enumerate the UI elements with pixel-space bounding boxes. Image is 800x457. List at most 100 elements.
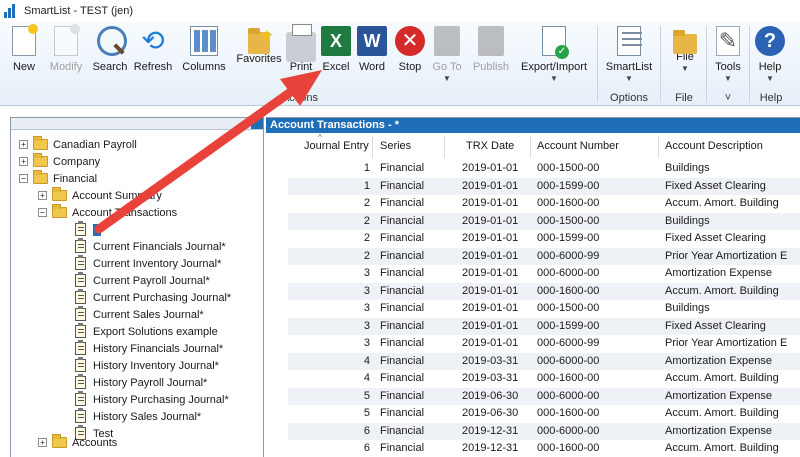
column-header-journal-entry[interactable]: Journal Entry (304, 140, 369, 152)
stop-button[interactable]: ✕ Stop (394, 24, 426, 84)
cell-trx-date: 2019-12-31 (462, 424, 519, 437)
tree-node-default-selected[interactable]: * (75, 221, 102, 238)
search-icon (97, 26, 127, 56)
table-row[interactable]: 2 Financial 2019-01-01 000-1500-00 Buildings (288, 212, 800, 230)
export-import-dropdown-icon: ▼ (550, 74, 558, 83)
cell-series: Financial (380, 232, 425, 244)
export-import-button[interactable]: Export/Import ▼ (516, 24, 592, 84)
tree-node-account-summary[interactable]: + Account Summary (38, 187, 162, 204)
excel-button[interactable]: X Excel (320, 24, 352, 84)
cell-trx-date: 2019-01-01 (462, 232, 519, 244)
tree-node-favorite[interactable]: History Payroll Journal* (75, 374, 207, 391)
word-button[interactable]: W Word (356, 24, 388, 84)
column-header-account-number[interactable]: Account Number (537, 140, 619, 152)
expand-icon[interactable]: + (19, 157, 28, 166)
tree-node-favorite[interactable]: Current Financials Journal* (75, 238, 226, 255)
tools-group-collapse-icon[interactable]: ˅ (708, 92, 748, 104)
cell-account-number: 000-1500-00 (537, 302, 600, 314)
tree-node-favorite[interactable]: History Inventory Journal* (75, 357, 219, 374)
columns-button[interactable]: Columns (180, 24, 228, 84)
tree-node-accounts[interactable]: + Accounts (38, 434, 117, 451)
publish-button[interactable]: Publish (470, 24, 512, 84)
stop-button-label: Stop (398, 61, 422, 73)
file-button[interactable]: File ▼ (670, 24, 700, 84)
expand-icon[interactable]: + (38, 438, 47, 447)
column-header-account-description[interactable]: Account Description (665, 140, 763, 152)
column-divider[interactable] (444, 136, 445, 158)
new-button[interactable]: New (8, 24, 40, 84)
cell-account-number: 000-1599-00 (537, 319, 600, 332)
column-header-series[interactable]: Series (380, 140, 411, 152)
cell-account-number: 000-6000-00 (537, 267, 600, 279)
table-row[interactable]: 6 Financial 2019-12-31 000-6000-00 Amortizat… (288, 422, 800, 440)
expand-icon[interactable]: + (38, 191, 47, 200)
favorites-button[interactable]: Favorites (234, 24, 284, 84)
cell-series: Financial (380, 354, 425, 367)
table-row[interactable]: 3 Financial 2019-01-01 000-6000-00 Amortizat… (288, 265, 800, 283)
cell-trx-date: 2019-12-31 (462, 442, 519, 454)
goto-button[interactable]: Go To ▼ (430, 24, 464, 84)
smartlist-doc-icon (75, 306, 86, 321)
table-row[interactable]: 2 Financial 2019-01-01 000-1600-00 Accum. Am… (288, 195, 800, 213)
table-row[interactable]: 3 Financial 2019-01-01 000-1599-00 Fixed Ass… (288, 317, 800, 335)
tree-node-canadian-payroll[interactable]: + Canadian Payroll (19, 136, 137, 153)
search-button[interactable]: Search (92, 24, 128, 84)
column-divider[interactable] (372, 136, 373, 158)
tree-node-favorite[interactable]: History Sales Journal* (75, 408, 201, 425)
columns-button-label: Columns (182, 61, 226, 73)
cell-account-number: 000-1599-00 (537, 179, 600, 192)
results-title: Account Transactions - * (266, 118, 800, 133)
tree-node-favorite[interactable]: Current Purchasing Journal* (75, 289, 231, 306)
title-bar: SmartList - TEST (jen) (0, 0, 800, 22)
tree-node-financial[interactable]: − Financial (19, 170, 97, 187)
cell-account-description: Accum. Amort. Building (665, 372, 779, 384)
tree-node-label: Current Inventory Journal* (93, 257, 222, 270)
smartlist-doc-icon (75, 408, 86, 423)
refresh-button[interactable]: ⟲ Refresh (133, 24, 173, 84)
print-button[interactable]: Print (286, 24, 316, 84)
table-row[interactable]: 2 Financial 2019-01-01 000-1599-00 Fixed Ass… (288, 230, 800, 248)
smartlist-button[interactable]: SmartList ▼ (603, 24, 655, 84)
table-row[interactable]: 4 Financial 2019-03-31 000-6000-00 Amortizat… (288, 352, 800, 370)
cell-series: Financial (380, 407, 425, 419)
table-row[interactable]: 5 Financial 2019-06-30 000-1600-00 Accum. Am… (288, 405, 800, 423)
table-row[interactable]: 3 Financial 2019-01-01 000-1600-00 Accum. Am… (288, 282, 800, 300)
tree-node-favorite[interactable]: Export Solutions example (75, 323, 218, 340)
table-row[interactable]: 3 Financial 2019-01-01 000-1500-00 Buildings (288, 300, 800, 318)
column-header-trx-date[interactable]: TRX Date (466, 140, 514, 152)
expand-icon[interactable]: + (19, 140, 28, 149)
tree-node-favorite[interactable]: Current Payroll Journal* (75, 272, 210, 289)
tree-node-account-transactions[interactable]: − Account Transactions (38, 204, 177, 221)
refresh-icon: ⟲ (141, 24, 165, 57)
file-group: File ▼ File (662, 22, 706, 106)
collapse-icon[interactable]: − (38, 208, 47, 217)
table-row[interactable]: 3 Financial 2019-01-01 000-6000-99 Prior Yea… (288, 335, 800, 353)
tree-node-favorite[interactable]: History Financials Journal* (75, 340, 223, 357)
cell-account-description: Amortization Expense (665, 267, 772, 279)
column-divider[interactable] (658, 136, 659, 158)
cell-journal-entry: 4 (363, 372, 370, 384)
table-row[interactable]: 1 Financial 2019-01-01 000-1599-00 Fixed Ass… (288, 177, 800, 195)
tree-node-favorite[interactable]: History Purchasing Journal* (75, 391, 229, 408)
smartlist-tree-pane: + Canadian Payroll + Company − Financial… (10, 117, 264, 457)
cell-series: Financial (380, 179, 425, 192)
cell-series: Financial (380, 284, 425, 297)
goto-dropdown-icon: ▼ (443, 74, 451, 83)
table-row[interactable]: 6 Financial 2019-12-31 000-1600-00 Accum. Am… (288, 440, 800, 457)
modify-button[interactable]: Modify (44, 24, 88, 84)
tree-node-favorite[interactable]: Current Inventory Journal* (75, 255, 221, 272)
table-row[interactable]: 2 Financial 2019-01-01 000-6000-99 Prior Yea… (288, 247, 800, 265)
folder-icon (33, 153, 48, 167)
column-divider[interactable] (530, 136, 531, 158)
table-row[interactable]: 5 Financial 2019-06-30 000-6000-00 Amortizat… (288, 387, 800, 405)
tools-button[interactable]: ✎ Tools ▼ (712, 24, 744, 84)
collapse-icon[interactable]: − (19, 174, 28, 183)
table-row[interactable]: 4 Financial 2019-03-31 000-1600-00 Accum. Am… (288, 370, 800, 388)
help-button[interactable]: ? Help ▼ (753, 24, 787, 84)
file-folder-icon (673, 30, 697, 54)
tree-node-favorite[interactable]: Current Sales Journal* (75, 306, 204, 323)
table-row[interactable]: 1 Financial 2019-01-01 000-1500-00 Buildings (288, 160, 800, 178)
ribbon-separator (597, 26, 598, 102)
new-document-icon (12, 24, 38, 56)
tree-node-company[interactable]: + Company (19, 153, 100, 170)
